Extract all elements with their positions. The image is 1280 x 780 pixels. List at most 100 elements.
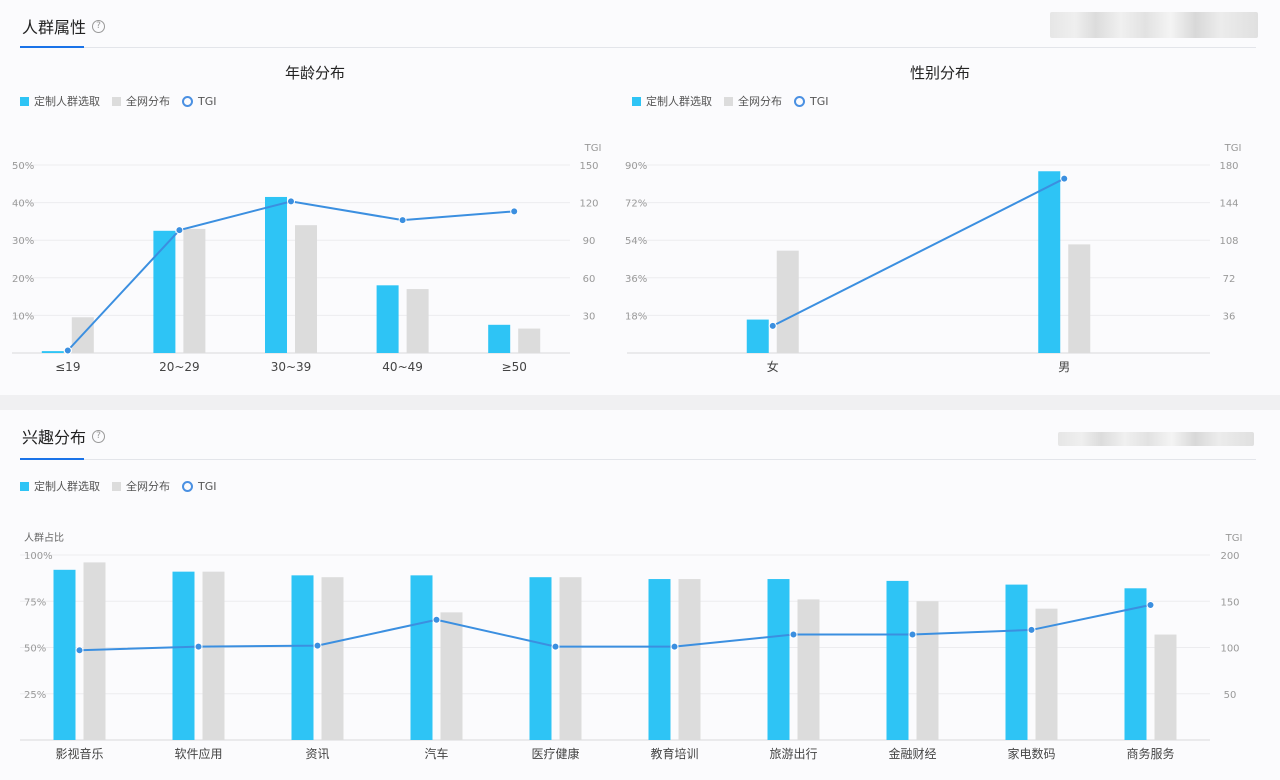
divider — [20, 47, 1256, 48]
bar-selected — [376, 285, 399, 353]
x-tick-label: 医疗健康 — [531, 746, 579, 761]
y-left-tick-label: 25% — [24, 690, 46, 701]
y-right-tick-label: 144 — [1219, 199, 1238, 210]
bar-selected — [648, 579, 671, 740]
y-right-tick-label: 150 — [1220, 597, 1239, 608]
x-tick-label: ≥50 — [502, 360, 527, 374]
gender-legend: 定制人群选取 全网分布 TGI — [632, 93, 841, 109]
legend-item-selected[interactable]: 定制人群选取 — [20, 93, 100, 109]
active-tab-underline — [20, 458, 84, 460]
legend-item-overall[interactable]: 全网分布 — [112, 93, 170, 109]
help-circle-icon[interactable]: ? — [92, 429, 106, 443]
x-tick-label: ≤19 — [55, 360, 80, 374]
help-circle-icon[interactable]: ? — [92, 19, 106, 33]
legend-item-overall[interactable]: 全网分布 — [724, 93, 782, 109]
gender-chart: 18% 36% 54% 72% 90% 36 72 108 144 180 TGI 女 男 — [625, 143, 1242, 374]
redacted-control — [1050, 12, 1258, 38]
x-tick-label: 影视音乐 — [55, 746, 103, 761]
legend-item-overall[interactable]: 全网分布 — [112, 478, 170, 494]
y-right-tick-label: 36 — [1223, 311, 1236, 322]
x-tick-label: 软件应用 — [174, 746, 222, 761]
y-right-tick-label: 150 — [579, 161, 598, 172]
y-left-tick-label: 75% — [24, 597, 46, 608]
y-left-tick-label: 50% — [12, 161, 34, 172]
x-tick-label: 女 — [767, 359, 779, 374]
legend-ring-icon — [182, 95, 193, 107]
y-left-tick-label: 18% — [625, 311, 647, 322]
bar-overall — [295, 225, 317, 353]
y-right-tick-label: 30 — [583, 311, 596, 322]
tgi-point — [432, 615, 441, 624]
y-left-tick-label: 90% — [625, 161, 647, 172]
bar-selected — [1038, 171, 1061, 353]
bar-selected — [1005, 584, 1028, 740]
redacted-control — [1058, 432, 1254, 446]
legend-ring-icon — [182, 480, 193, 492]
y-right-axis-label: TGI — [1224, 143, 1242, 154]
attributes-panel: 人群属性 ? 年龄分布 性别分布 定制人群选取 全网分布 TGI 定制人群选取 … — [0, 0, 1280, 395]
bar-overall — [797, 599, 820, 740]
interest-chart: 25% 50% 75% 100% 50 100 150 200 TGI 人群占比影视音乐 软件应用 资… — [20, 531, 1242, 761]
interest-legend: 定制人群选取 全网分布 TGI — [20, 478, 229, 494]
bar-overall — [678, 579, 701, 740]
legend-swatch-blue — [20, 481, 29, 491]
gender-chart-title: 性别分布 — [909, 64, 970, 82]
attributes-title: 人群属性 ? — [22, 14, 106, 38]
bar-selected — [746, 319, 769, 353]
active-tab-underline — [20, 46, 84, 48]
bar-selected — [53, 569, 76, 740]
bar-selected — [488, 324, 511, 353]
y-right-tick-label: 120 — [579, 199, 598, 210]
age-chart-title: 年龄分布 — [284, 64, 345, 82]
tgi-point — [287, 197, 295, 206]
y-left-tick-label: 72% — [625, 199, 647, 210]
y-right-tick-label: 108 — [1219, 236, 1238, 247]
legend-swatch-grey — [724, 96, 733, 106]
x-tick-label: 家电数码 — [1007, 746, 1055, 761]
tgi-point — [1060, 174, 1069, 183]
x-tick-label: 40~49 — [382, 360, 423, 374]
tgi-point — [194, 642, 203, 651]
x-tick-label: 商务服务 — [1126, 746, 1174, 761]
tgi-line — [79, 603, 1151, 652]
x-tick-label: 旅游出行 — [769, 747, 817, 761]
y-right-tick-label: 60 — [583, 274, 596, 285]
legend-item-tgi[interactable]: TGI — [182, 95, 217, 108]
bar-selected — [1124, 588, 1147, 740]
legend-item-tgi[interactable]: TGI — [182, 480, 217, 493]
y-right-tick-label: 180 — [1219, 161, 1238, 172]
tgi-point — [510, 207, 519, 216]
y-right-tick-label: 100 — [1220, 644, 1239, 655]
y-right-tick-label: 72 — [1223, 274, 1236, 285]
bar-overall — [518, 328, 541, 353]
x-tick-label: 20~29 — [159, 360, 200, 374]
bar-selected — [265, 196, 287, 353]
legend-swatch-grey — [112, 96, 121, 106]
bar-selected — [410, 575, 433, 740]
tgi-point — [75, 646, 84, 655]
legend-item-tgi[interactable]: TGI — [794, 95, 829, 108]
legend-item-selected[interactable]: 定制人群选取 — [20, 478, 100, 494]
interests-panel: 兴趣分布 ? 定制人群选取 全网分布 TGI 25% 50% 75% 100% 50 10… — [0, 410, 1280, 780]
x-tick-label: 教育培训 — [650, 746, 698, 761]
tgi-point — [551, 642, 560, 651]
tgi-point — [1146, 600, 1155, 609]
tgi-point — [670, 642, 679, 651]
legend-swatch-grey — [112, 481, 121, 491]
y-left-tick-label: 100% — [24, 551, 53, 562]
legend-item-selected[interactable]: 定制人群选取 — [632, 93, 712, 109]
y-right-tick-label: 200 — [1220, 551, 1239, 562]
y-left-tick-label: 50% — [24, 644, 46, 655]
bar-overall — [183, 228, 206, 353]
tgi-point — [908, 630, 917, 639]
tgi-line — [772, 177, 1065, 327]
x-tick-label: 汽车 — [424, 746, 448, 761]
bar-overall — [440, 612, 463, 740]
tgi-point — [313, 641, 322, 650]
bar-overall — [1068, 244, 1091, 353]
tgi-point — [1027, 625, 1036, 634]
age-chart: 10% 20% 30% 40% 50% 30 60 90 120 150 TGI ≤19 20~29 30… — [12, 143, 601, 374]
x-tick-label: 资讯 — [305, 747, 329, 761]
bar-selected — [153, 230, 176, 353]
bar-overall — [559, 577, 582, 740]
